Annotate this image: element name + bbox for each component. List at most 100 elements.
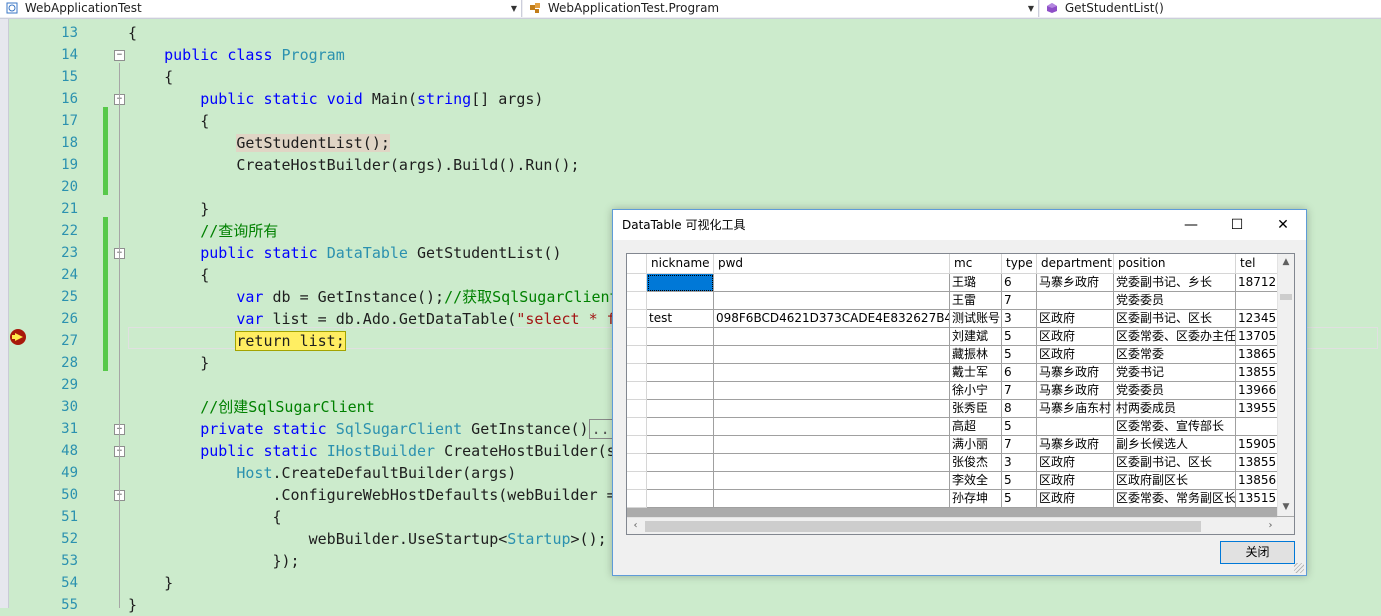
table-cell-mc[interactable]: 测试账号 bbox=[950, 310, 1002, 328]
table-cell-mc[interactable]: 王雷 bbox=[950, 292, 1002, 310]
horizontal-scrollbar[interactable]: ‹ › bbox=[627, 517, 1279, 534]
code-line[interactable]: CreateHostBuilder(args).Build().Run(); bbox=[128, 154, 579, 176]
table-cell-nickname[interactable] bbox=[647, 490, 714, 508]
table-row[interactable]: 高超 5 区委常委、宣传部长 bbox=[627, 418, 1286, 436]
table-cell-type[interactable]: 7 bbox=[1002, 436, 1037, 454]
code-line[interactable]: public static IHostBuilder CreateHostBui… bbox=[128, 440, 624, 462]
table-cell-position[interactable]: 党委委员 bbox=[1114, 292, 1236, 310]
vertical-scroll-thumb[interactable] bbox=[1280, 294, 1292, 300]
row-header[interactable] bbox=[627, 310, 647, 328]
table-row[interactable]: 戴士军 6 马寨乡政府 党委书记 138558 bbox=[627, 364, 1286, 382]
class-dropdown[interactable]: WebApplicationTest.Program ▼ bbox=[523, 0, 1039, 17]
row-header[interactable] bbox=[627, 418, 647, 436]
table-cell-mc[interactable]: 藏振林 bbox=[950, 346, 1002, 364]
table-cell-pwd[interactable] bbox=[714, 346, 950, 364]
row-header[interactable] bbox=[627, 328, 647, 346]
row-header[interactable] bbox=[627, 382, 647, 400]
member-dropdown[interactable]: GetStudentList() bbox=[1040, 0, 1381, 17]
scroll-up-icon[interactable]: ▲ bbox=[1278, 254, 1294, 271]
table-cell-mc[interactable]: 徐小宁 bbox=[950, 382, 1002, 400]
code-line[interactable]: return list; bbox=[128, 330, 346, 352]
table-row[interactable]: 孙存坤 5 区政府 区委常委、常务副区长 135156 bbox=[627, 490, 1286, 508]
code-line[interactable]: private static SqlSugarClient GetInstanc… bbox=[128, 418, 622, 440]
minimize-button[interactable]: — bbox=[1168, 210, 1214, 240]
code-line[interactable]: } bbox=[128, 572, 173, 594]
code-line[interactable]: //查询所有 bbox=[128, 220, 278, 242]
close-window-button[interactable]: ✕ bbox=[1260, 210, 1306, 240]
row-header[interactable] bbox=[627, 472, 647, 490]
table-row[interactable]: 藏振林 5 区政府 区委常委 138655 bbox=[627, 346, 1286, 364]
table-cell-position[interactable]: 党委书记 bbox=[1114, 364, 1236, 382]
table-cell-nickname[interactable] bbox=[647, 436, 714, 454]
dialog-titlebar[interactable]: DataTable 可视化工具 — ☐ ✕ bbox=[613, 210, 1306, 240]
code-line[interactable]: } bbox=[128, 594, 137, 616]
code-line[interactable]: webBuilder.UseStartup<Startup>(); bbox=[128, 528, 607, 550]
table-cell-nickname[interactable]: test bbox=[647, 310, 714, 328]
table-cell-department[interactable]: 区政府 bbox=[1037, 346, 1114, 364]
table-cell-mc[interactable]: 刘建斌 bbox=[950, 328, 1002, 346]
resize-grip-icon[interactable] bbox=[1294, 563, 1304, 573]
table-cell-pwd[interactable] bbox=[714, 454, 950, 472]
table-cell-type[interactable]: 5 bbox=[1002, 346, 1037, 364]
table-row[interactable]: 满小丽 7 马寨乡政府 副乡长候选人 159055 bbox=[627, 436, 1286, 454]
table-cell-type[interactable]: 6 bbox=[1002, 274, 1037, 292]
table-row[interactable]: 李效全 5 区政府 区政府副区长 138568 bbox=[627, 472, 1286, 490]
table-cell-department[interactable]: 马寨乡政府 bbox=[1037, 274, 1114, 292]
code-line[interactable]: public static DataTable GetStudentList() bbox=[128, 242, 561, 264]
code-line[interactable]: public class Program bbox=[128, 44, 345, 66]
project-dropdown[interactable]: WebApplicationTest ▼ bbox=[0, 0, 522, 17]
column-header-nickname[interactable]: nickname bbox=[647, 254, 714, 274]
row-header[interactable] bbox=[627, 436, 647, 454]
table-cell-pwd[interactable]: 098F6BCD4621D373CADE4E832627B4F6 bbox=[714, 310, 950, 328]
table-cell-type[interactable]: 5 bbox=[1002, 418, 1037, 436]
row-header[interactable] bbox=[627, 274, 647, 292]
code-line[interactable]: { bbox=[128, 22, 137, 44]
table-cell-department[interactable]: 马寨乡庙东村 bbox=[1037, 400, 1114, 418]
table-cell-pwd[interactable] bbox=[714, 436, 950, 454]
table-cell-position[interactable]: 区委副书记、区长 bbox=[1114, 454, 1236, 472]
table-cell-type[interactable]: 6 bbox=[1002, 364, 1037, 382]
row-header[interactable] bbox=[627, 292, 647, 310]
table-cell-position[interactable]: 区委副书记、区长 bbox=[1114, 310, 1236, 328]
table-cell-pwd[interactable] bbox=[714, 364, 950, 382]
table-cell-department[interactable] bbox=[1037, 418, 1114, 436]
column-header-mc[interactable]: mc bbox=[950, 254, 1002, 274]
table-cell-department[interactable]: 区政府 bbox=[1037, 472, 1114, 490]
table-cell-mc[interactable]: 孙存坤 bbox=[950, 490, 1002, 508]
table-cell-pwd[interactable] bbox=[714, 490, 950, 508]
vertical-scrollbar[interactable]: ▲ ▼ bbox=[1277, 254, 1294, 516]
column-header-type[interactable]: type bbox=[1002, 254, 1037, 274]
table-cell-nickname[interactable] bbox=[647, 364, 714, 382]
table-cell-nickname[interactable] bbox=[647, 274, 714, 292]
table-cell-mc[interactable]: 满小丽 bbox=[950, 436, 1002, 454]
table-cell-type[interactable]: 7 bbox=[1002, 292, 1037, 310]
row-header-corner[interactable] bbox=[627, 254, 647, 274]
table-cell-department[interactable]: 区政府 bbox=[1037, 454, 1114, 472]
code-line[interactable]: { bbox=[128, 110, 209, 132]
table-cell-pwd[interactable] bbox=[714, 328, 950, 346]
code-line[interactable]: public static void Main(string[] args) bbox=[128, 88, 543, 110]
code-line[interactable]: //创建SqlSugarClient bbox=[128, 396, 375, 418]
table-cell-type[interactable]: 8 bbox=[1002, 400, 1037, 418]
row-header[interactable] bbox=[627, 364, 647, 382]
table-cell-position[interactable]: 区委常委 bbox=[1114, 346, 1236, 364]
table-cell-nickname[interactable] bbox=[647, 346, 714, 364]
scroll-left-icon[interactable]: ‹ bbox=[627, 518, 644, 534]
table-cell-position[interactable]: 副乡长候选人 bbox=[1114, 436, 1236, 454]
table-cell-position[interactable]: 村两委成员 bbox=[1114, 400, 1236, 418]
table-cell-department[interactable]: 马寨乡政府 bbox=[1037, 382, 1114, 400]
table-row[interactable]: 张俊杰 3 区政府 区委副书记、区长 138558 bbox=[627, 454, 1286, 472]
table-cell-type[interactable]: 3 bbox=[1002, 454, 1037, 472]
horizontal-scroll-thumb[interactable] bbox=[645, 521, 1201, 532]
table-cell-mc[interactable]: 王璐 bbox=[950, 274, 1002, 292]
table-cell-pwd[interactable] bbox=[714, 472, 950, 490]
table-cell-position[interactable]: 区委常委、区委办主任 bbox=[1114, 328, 1236, 346]
table-cell-type[interactable]: 5 bbox=[1002, 472, 1037, 490]
collapse-icon[interactable]: − bbox=[114, 50, 125, 61]
scroll-down-icon[interactable]: ▼ bbox=[1278, 499, 1294, 516]
table-cell-pwd[interactable] bbox=[714, 274, 950, 292]
code-line[interactable]: } bbox=[128, 198, 209, 220]
table-cell-pwd[interactable] bbox=[714, 400, 950, 418]
column-header-department[interactable]: department bbox=[1037, 254, 1114, 274]
code-line[interactable]: Host.CreateDefaultBuilder(args) bbox=[128, 462, 516, 484]
